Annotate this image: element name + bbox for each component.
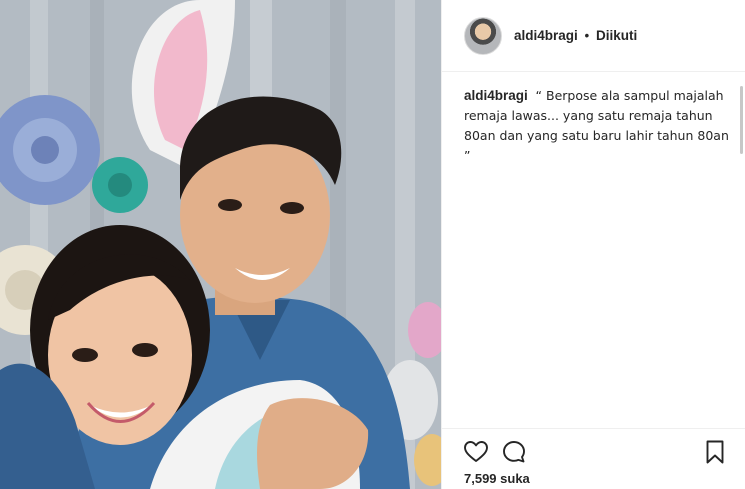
username-link[interactable]: aldi4bragi [514, 28, 578, 43]
heart-icon[interactable] [463, 439, 489, 465]
post-photo-illustration [0, 0, 441, 489]
post-caption: aldi4bragi “ Berpose ala sampul majalah … [464, 86, 736, 166]
follow-status-button[interactable]: Diikuti [596, 28, 637, 43]
avatar[interactable] [464, 17, 502, 55]
post-side-panel: aldi4bragi • Diikuti aldi4bragi “ Berpos… [441, 0, 745, 489]
post-photo [0, 0, 441, 489]
caption-username-link[interactable]: aldi4bragi [464, 88, 528, 103]
bookmark-icon[interactable] [702, 439, 728, 465]
comment-bubble-icon[interactable] [501, 439, 527, 465]
post-actions: 7,599 suka [442, 428, 745, 489]
header-text: aldi4bragi • Diikuti [514, 28, 637, 43]
post-header: aldi4bragi • Diikuti [442, 0, 745, 72]
separator-dot: • [584, 28, 590, 43]
caption-scrollbar[interactable] [740, 86, 743, 154]
likes-count[interactable]: 7,599 suka [464, 471, 530, 486]
